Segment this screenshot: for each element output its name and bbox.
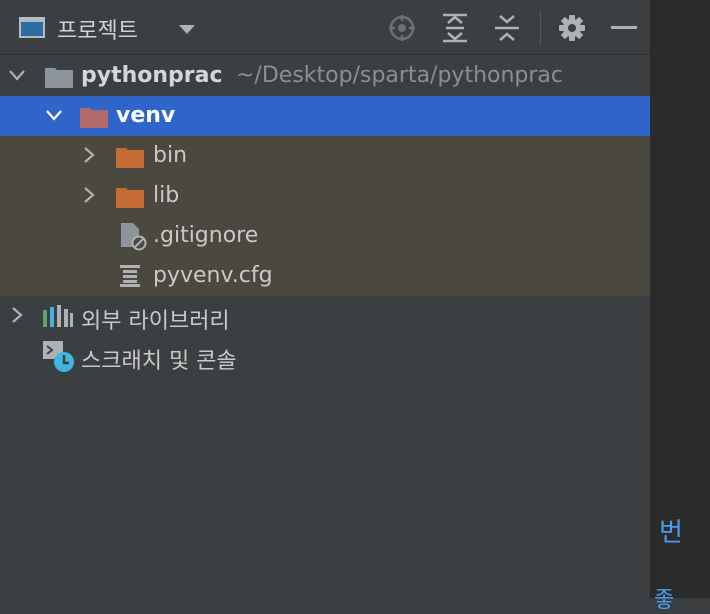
chevron-right-icon[interactable]: [80, 146, 98, 164]
tree-node-pyvenv[interactable]: pyvenv.cfg: [0, 256, 650, 296]
tree-node-root[interactable]: pythonprac ~/Desktop/sparta/pythonprac: [0, 56, 650, 96]
gear-icon[interactable]: [555, 11, 589, 45]
external-libraries-label: 외부 라이브러리: [81, 309, 230, 334]
scratches-consoles-label: 스크래치 및 콘솔: [81, 349, 237, 374]
minimize-icon[interactable]: [607, 11, 641, 45]
project-view-icon[interactable]: [19, 17, 45, 38]
tree-node-venv[interactable]: venv: [0, 96, 650, 136]
project-toolbar: 프로젝트: [0, 0, 650, 55]
folder-icon: [116, 148, 144, 168]
excluded-folder-icon: [80, 108, 108, 128]
tree-node-lib[interactable]: lib: [0, 176, 650, 216]
pyvenv-file-name: pyvenv.cfg: [153, 263, 273, 288]
root-folder-name: pythonprac: [81, 63, 223, 88]
venv-folder-name: venv: [116, 103, 176, 128]
chevron-right-icon[interactable]: [8, 306, 26, 324]
crosshair-icon[interactable]: [385, 11, 419, 45]
chevron-down-icon[interactable]: [45, 106, 63, 124]
tree-node-bin[interactable]: bin: [0, 136, 650, 176]
project-view-title[interactable]: 프로젝트: [57, 13, 138, 45]
editor-area-edge: [650, 0, 710, 598]
expand-all-icon[interactable]: [438, 11, 472, 45]
gitignore-file-name: .gitignore: [153, 223, 259, 248]
library-icon: [43, 305, 73, 327]
editor-text-fragment: 좋: [654, 588, 675, 613]
folder-icon: [116, 188, 144, 208]
chevron-right-icon[interactable]: [80, 186, 98, 204]
editor-text-fragment: 번: [659, 518, 683, 548]
scratch-console-icon: [43, 341, 74, 372]
collapse-all-icon[interactable]: [490, 11, 524, 45]
project-tool-window: 프로젝트 pythonprac ~/Desktop/sparta/pythonp…: [0, 0, 650, 598]
root-folder-path: ~/Desktop/sparta/pythonprac: [236, 63, 564, 88]
folder-icon: [45, 68, 73, 88]
bin-folder-name: bin: [153, 143, 188, 168]
toolbar-separator: [540, 10, 541, 46]
chevron-down-icon[interactable]: [8, 66, 26, 84]
ignored-file-icon: [121, 223, 147, 251]
tree-node-external-libraries[interactable]: 외부 라이브러리: [0, 296, 650, 336]
lib-folder-name: lib: [153, 183, 180, 208]
chevron-down-icon[interactable]: [179, 25, 195, 34]
tree-node-gitignore[interactable]: .gitignore: [0, 216, 650, 256]
tree-node-scratches[interactable]: 스크래치 및 콘솔: [0, 336, 650, 376]
config-file-icon: [120, 265, 140, 287]
